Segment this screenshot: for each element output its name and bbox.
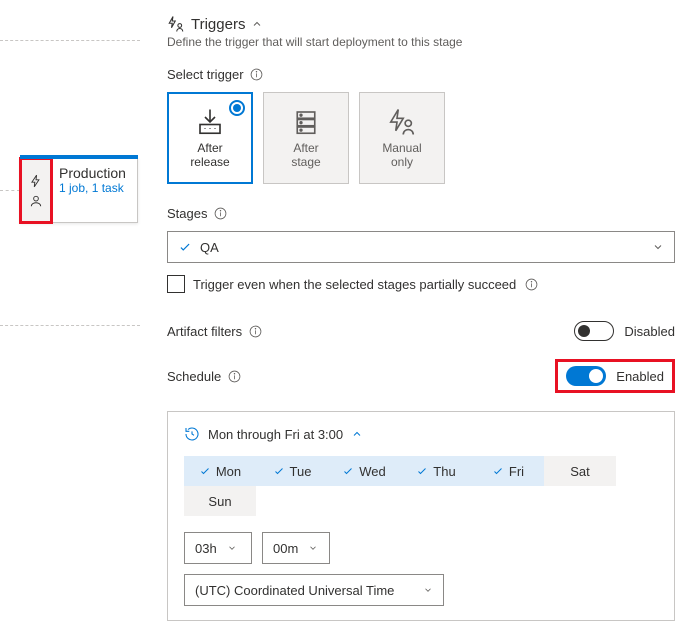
time-row: 03h 00m (184, 532, 658, 564)
stages-label: Stages (167, 206, 207, 221)
select-trigger-label: Select trigger (167, 67, 244, 82)
partial-succeed-label: Trigger even when the selected stages pa… (193, 277, 516, 292)
hour-value: 03h (195, 541, 217, 556)
info-icon[interactable] (213, 207, 227, 221)
days-row: Mon Tue Wed Thu Fri Sat Sun (184, 456, 658, 516)
panel-title: Triggers (191, 16, 245, 33)
stage-predeploy-conditions[interactable] (21, 159, 51, 222)
select-trigger-row: Select trigger (167, 67, 675, 82)
trigger-option-manual-only[interactable]: Manual only (359, 92, 445, 184)
stage-body[interactable]: Production 1 job, 1 task (51, 159, 137, 222)
check-icon (342, 465, 354, 477)
day-chip-sun[interactable]: Sun (184, 486, 256, 516)
triggers-panel: Triggers Define the trigger that will st… (143, 0, 699, 636)
panel-header[interactable]: Triggers (167, 15, 675, 33)
check-icon (416, 465, 428, 477)
info-icon[interactable] (250, 68, 264, 82)
artifact-filters-state: Disabled (624, 324, 675, 339)
day-label: Tue (290, 464, 312, 479)
schedule-box: Mon through Fri at 3:00 Mon Tue Wed Thu Fri S… (167, 411, 675, 621)
schedule-label: Schedule (167, 369, 221, 384)
info-icon[interactable] (227, 369, 241, 383)
stages-selected-value: QA (200, 240, 219, 255)
trigger-label: After stage (291, 141, 320, 170)
schedule-row: Schedule Enabled (167, 359, 675, 393)
check-icon (492, 465, 504, 477)
trigger-option-after-release[interactable]: After release (167, 92, 253, 184)
day-chip-mon[interactable]: Mon (184, 456, 256, 486)
artifact-filters-row: Artifact filters Disabled (167, 321, 675, 341)
user-icon (29, 194, 43, 208)
day-chip-tue[interactable]: Tue (256, 456, 328, 486)
trigger-label: After release (190, 141, 229, 170)
panel-subtitle: Define the trigger that will start deplo… (167, 35, 675, 49)
day-label: Sat (570, 464, 590, 479)
chevron-down-icon (227, 543, 237, 553)
artifact-filters-label: Artifact filters (167, 324, 242, 339)
minute-value: 00m (273, 541, 298, 556)
schedule-summary: Mon through Fri at 3:00 (208, 427, 343, 442)
download-box-icon (195, 107, 225, 137)
connector-line (0, 325, 140, 326)
info-icon[interactable] (524, 277, 538, 291)
day-label: Thu (433, 464, 455, 479)
day-chip-wed[interactable]: Wed (328, 456, 400, 486)
checkbox[interactable] (167, 275, 185, 293)
stage-card-production[interactable]: Production 1 job, 1 task (20, 158, 138, 223)
day-chip-fri[interactable]: Fri (472, 456, 544, 486)
connector-line (0, 40, 140, 41)
stage-subtitle: 1 job, 1 task (59, 181, 129, 195)
info-icon[interactable] (248, 324, 262, 338)
schedule-state: Enabled (616, 369, 664, 384)
timezone-select[interactable]: (UTC) Coordinated Universal Time (184, 574, 444, 606)
trigger-label: Manual only (382, 141, 421, 170)
lightning-user-icon (167, 15, 185, 33)
check-icon (199, 465, 211, 477)
day-label: Fri (509, 464, 524, 479)
day-label: Sun (208, 494, 231, 509)
radio-selected-icon (229, 100, 245, 116)
chevron-up-icon (351, 428, 363, 440)
day-chip-sat[interactable]: Sat (544, 456, 616, 486)
minute-select[interactable]: 00m (262, 532, 330, 564)
stage-title: Production (59, 165, 129, 181)
timezone-value: (UTC) Coordinated Universal Time (195, 583, 394, 598)
trigger-options: After release After stage Manual only (167, 92, 675, 184)
check-icon (178, 240, 192, 254)
lightning-icon (29, 174, 43, 188)
trigger-option-after-stage[interactable]: After stage (263, 92, 349, 184)
artifact-filters-toggle[interactable] (574, 321, 614, 341)
stages-select[interactable]: QA (167, 231, 675, 263)
day-label: Mon (216, 464, 241, 479)
pipeline-canvas: Production 1 job, 1 task (0, 0, 140, 636)
day-chip-thu[interactable]: Thu (400, 456, 472, 486)
connector-line (0, 190, 20, 191)
schedule-toggle-highlight: Enabled (555, 359, 675, 393)
chevron-down-icon (308, 543, 318, 553)
check-icon (273, 465, 285, 477)
chevron-up-icon (251, 18, 263, 30)
partial-succeed-row[interactable]: Trigger even when the selected stages pa… (167, 275, 675, 293)
day-label: Wed (359, 464, 386, 479)
stages-row: Stages (167, 206, 675, 221)
clock-history-icon (184, 426, 200, 442)
server-icon (291, 107, 321, 137)
hour-select[interactable]: 03h (184, 532, 252, 564)
lightning-person-icon (387, 107, 417, 137)
schedule-toggle[interactable] (566, 366, 606, 386)
chevron-down-icon (423, 585, 433, 595)
chevron-down-icon (652, 241, 664, 253)
schedule-summary-row[interactable]: Mon through Fri at 3:00 (184, 426, 658, 442)
